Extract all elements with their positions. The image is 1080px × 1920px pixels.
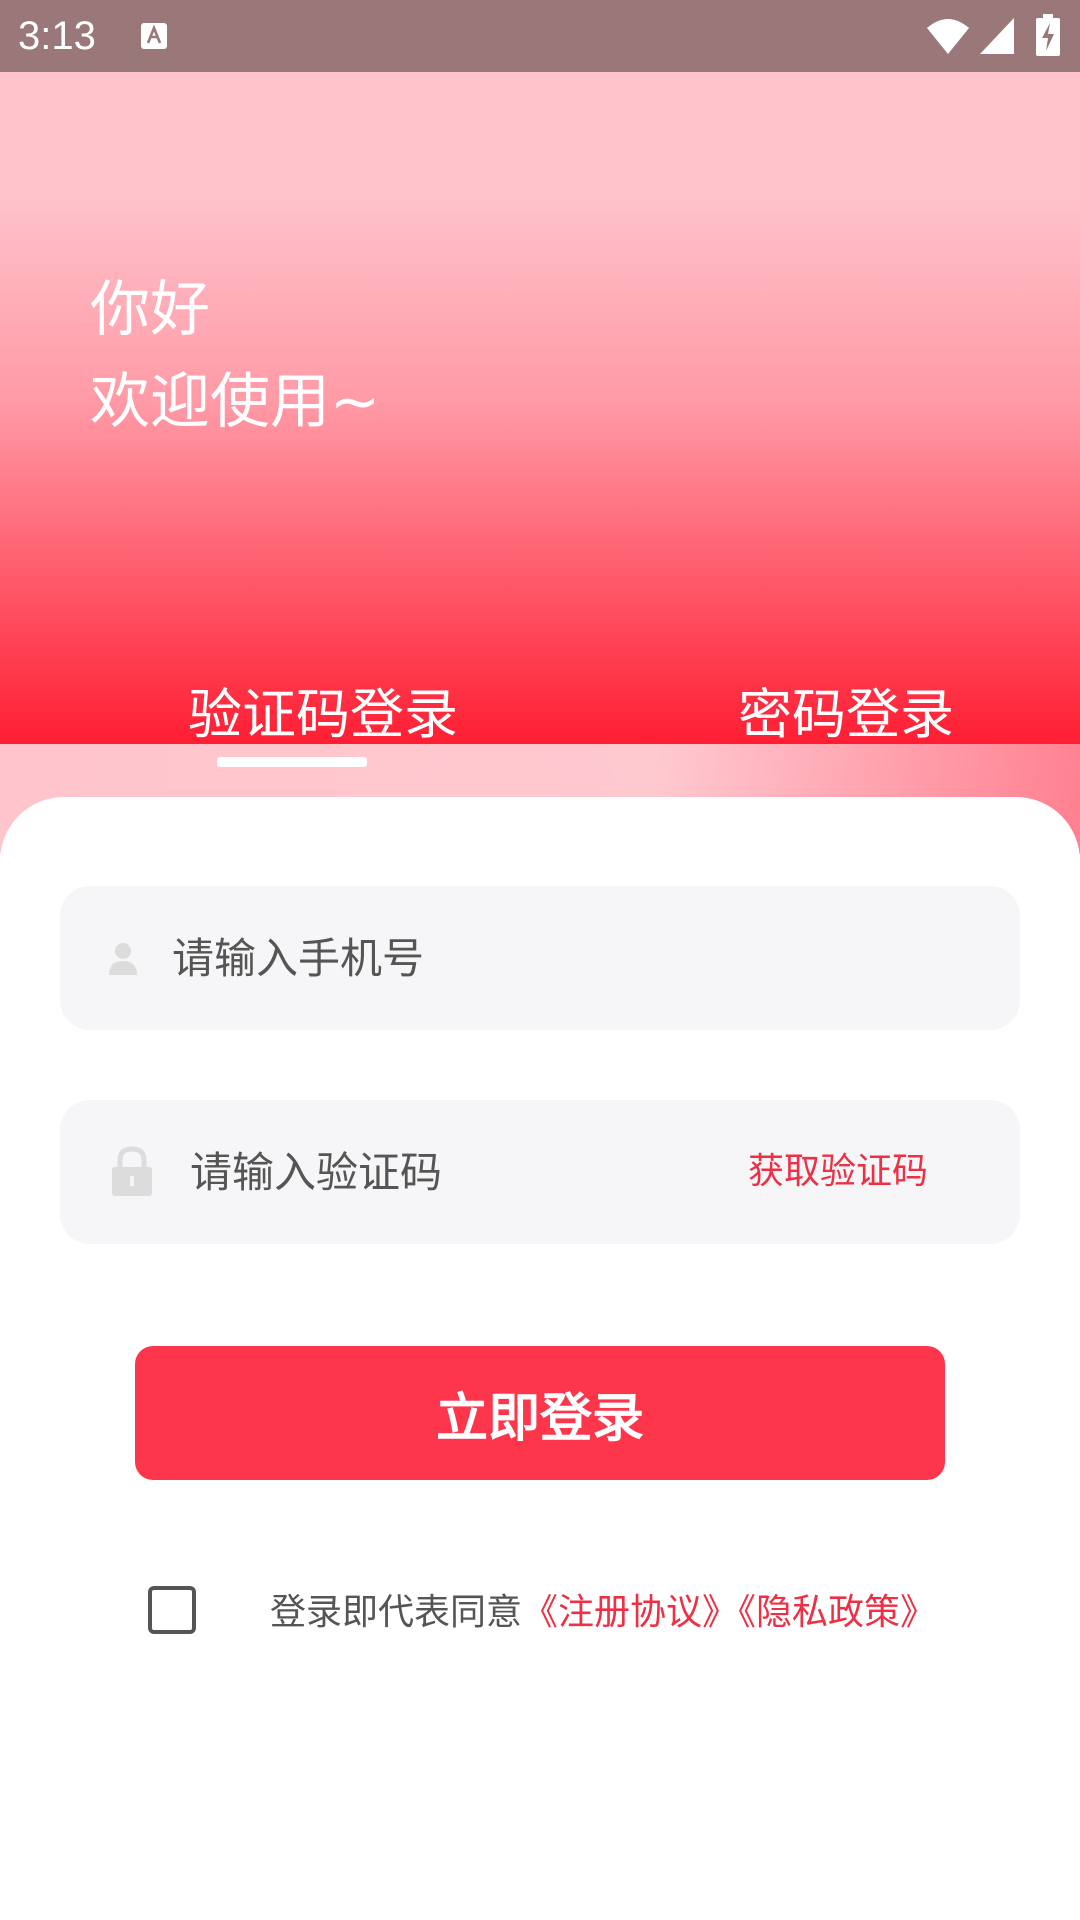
active-tab-indicator <box>217 757 367 767</box>
phone-field[interactable] <box>60 886 1020 1030</box>
phone-input[interactable] <box>172 886 972 1030</box>
terms-link[interactable]: 《注册协议》 <box>522 1592 738 1633</box>
tab-password-login[interactable]: 密码登录 <box>738 680 954 750</box>
status-bar: 3:13 <box>0 0 1080 72</box>
a-notification-icon <box>141 23 167 49</box>
login-button[interactable]: 立即登录 <box>135 1346 945 1480</box>
code-input[interactable] <box>190 1100 730 1244</box>
code-field[interactable]: 获取验证码 <box>60 1100 1020 1244</box>
user-icon <box>109 943 137 975</box>
battery-charging-icon <box>1036 14 1060 56</box>
greeting-welcome: 欢迎使用~ <box>90 367 381 437</box>
agree-checkbox[interactable] <box>148 1586 196 1634</box>
agreement-prefix: 登录即代表同意 <box>270 1592 523 1633</box>
tab-sms-code-login[interactable]: 验证码登录 <box>188 680 458 750</box>
greeting-hello: 你好 <box>90 275 210 345</box>
get-code-button[interactable]: 获取验证码 <box>748 1148 928 1196</box>
wifi-icon <box>927 19 969 54</box>
lock-icon <box>112 1146 152 1196</box>
privacy-link[interactable]: 《隐私政策》 <box>738 1592 936 1633</box>
agreement-text: 登录即代表同意《注册协议》《隐私政策》 <box>270 1590 936 1636</box>
signal-icon <box>980 18 1014 54</box>
status-time: 3:13 <box>18 14 96 58</box>
